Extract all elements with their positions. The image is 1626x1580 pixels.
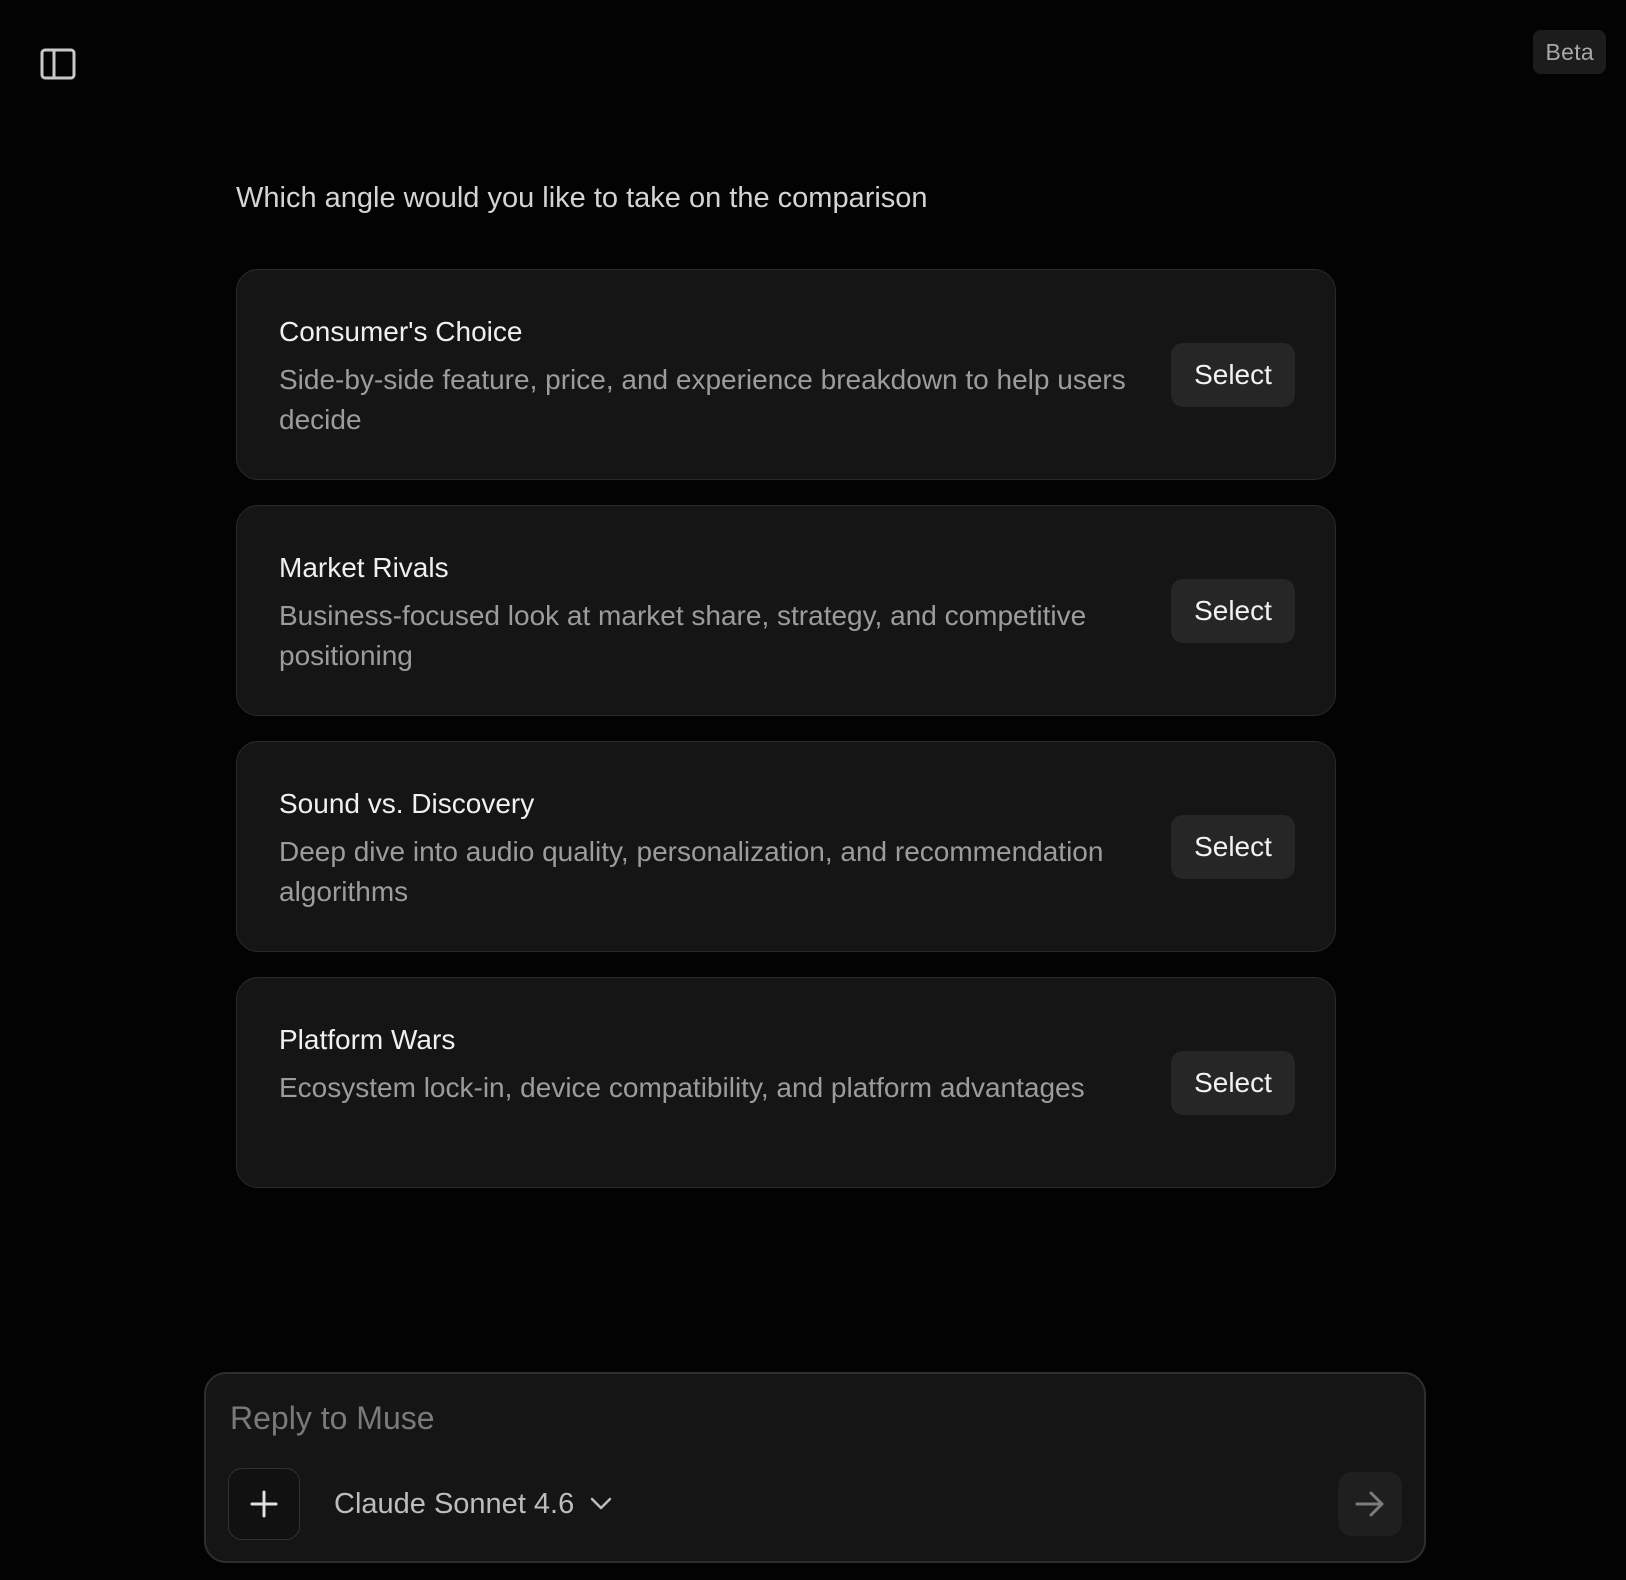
model-selector[interactable]: Claude Sonnet 4.6 [334, 1482, 612, 1526]
option-card-market-rivals: Market Rivals Business-focused look at m… [236, 505, 1336, 716]
option-description: Business-focused look at market share, s… [279, 600, 1087, 671]
option-title: Market Rivals [279, 552, 449, 583]
question-text: Which angle would you like to take on th… [236, 182, 928, 214]
reply-composer: Claude Sonnet 4.6 [204, 1372, 1426, 1563]
beta-badge: Beta [1533, 30, 1606, 74]
select-button-market-rivals[interactable]: Select [1171, 579, 1295, 643]
send-button[interactable] [1338, 1472, 1402, 1536]
chevron-down-icon [591, 1497, 612, 1510]
option-description: Deep dive into audio quality, personaliz… [279, 836, 1104, 907]
option-card-sound-vs-discovery: Sound vs. Discovery Deep dive into audio… [236, 741, 1336, 952]
app-page: Beta Which angle would you like to take … [0, 0, 1626, 1580]
option-title: Platform Wars [279, 1024, 456, 1055]
add-attachment-button[interactable] [228, 1468, 300, 1540]
sidebar-toggle-button[interactable] [34, 40, 82, 88]
model-label: Claude Sonnet 4.6 [334, 1487, 575, 1520]
plus-icon [250, 1490, 278, 1518]
reply-input[interactable] [228, 1392, 1382, 1444]
select-button-consumers-choice[interactable]: Select [1171, 343, 1295, 407]
option-title: Sound vs. Discovery [279, 788, 535, 819]
select-button-platform-wars[interactable]: Select [1171, 1051, 1295, 1115]
option-description: Ecosystem lock-in, device compatibility,… [279, 1072, 1085, 1103]
option-title: Consumer's Choice [279, 316, 523, 347]
option-card-platform-wars: Platform Wars Ecosystem lock-in, device … [236, 977, 1336, 1188]
select-button-sound-vs-discovery[interactable]: Select [1171, 815, 1295, 879]
options-list: Consumer's Choice Side-by-side feature, … [236, 269, 1336, 1213]
option-card-consumers-choice: Consumer's Choice Side-by-side feature, … [236, 269, 1336, 480]
option-description: Side-by-side feature, price, and experie… [279, 364, 1126, 435]
sidebar-panel-icon [40, 48, 76, 80]
arrow-right-icon [1355, 1491, 1384, 1517]
